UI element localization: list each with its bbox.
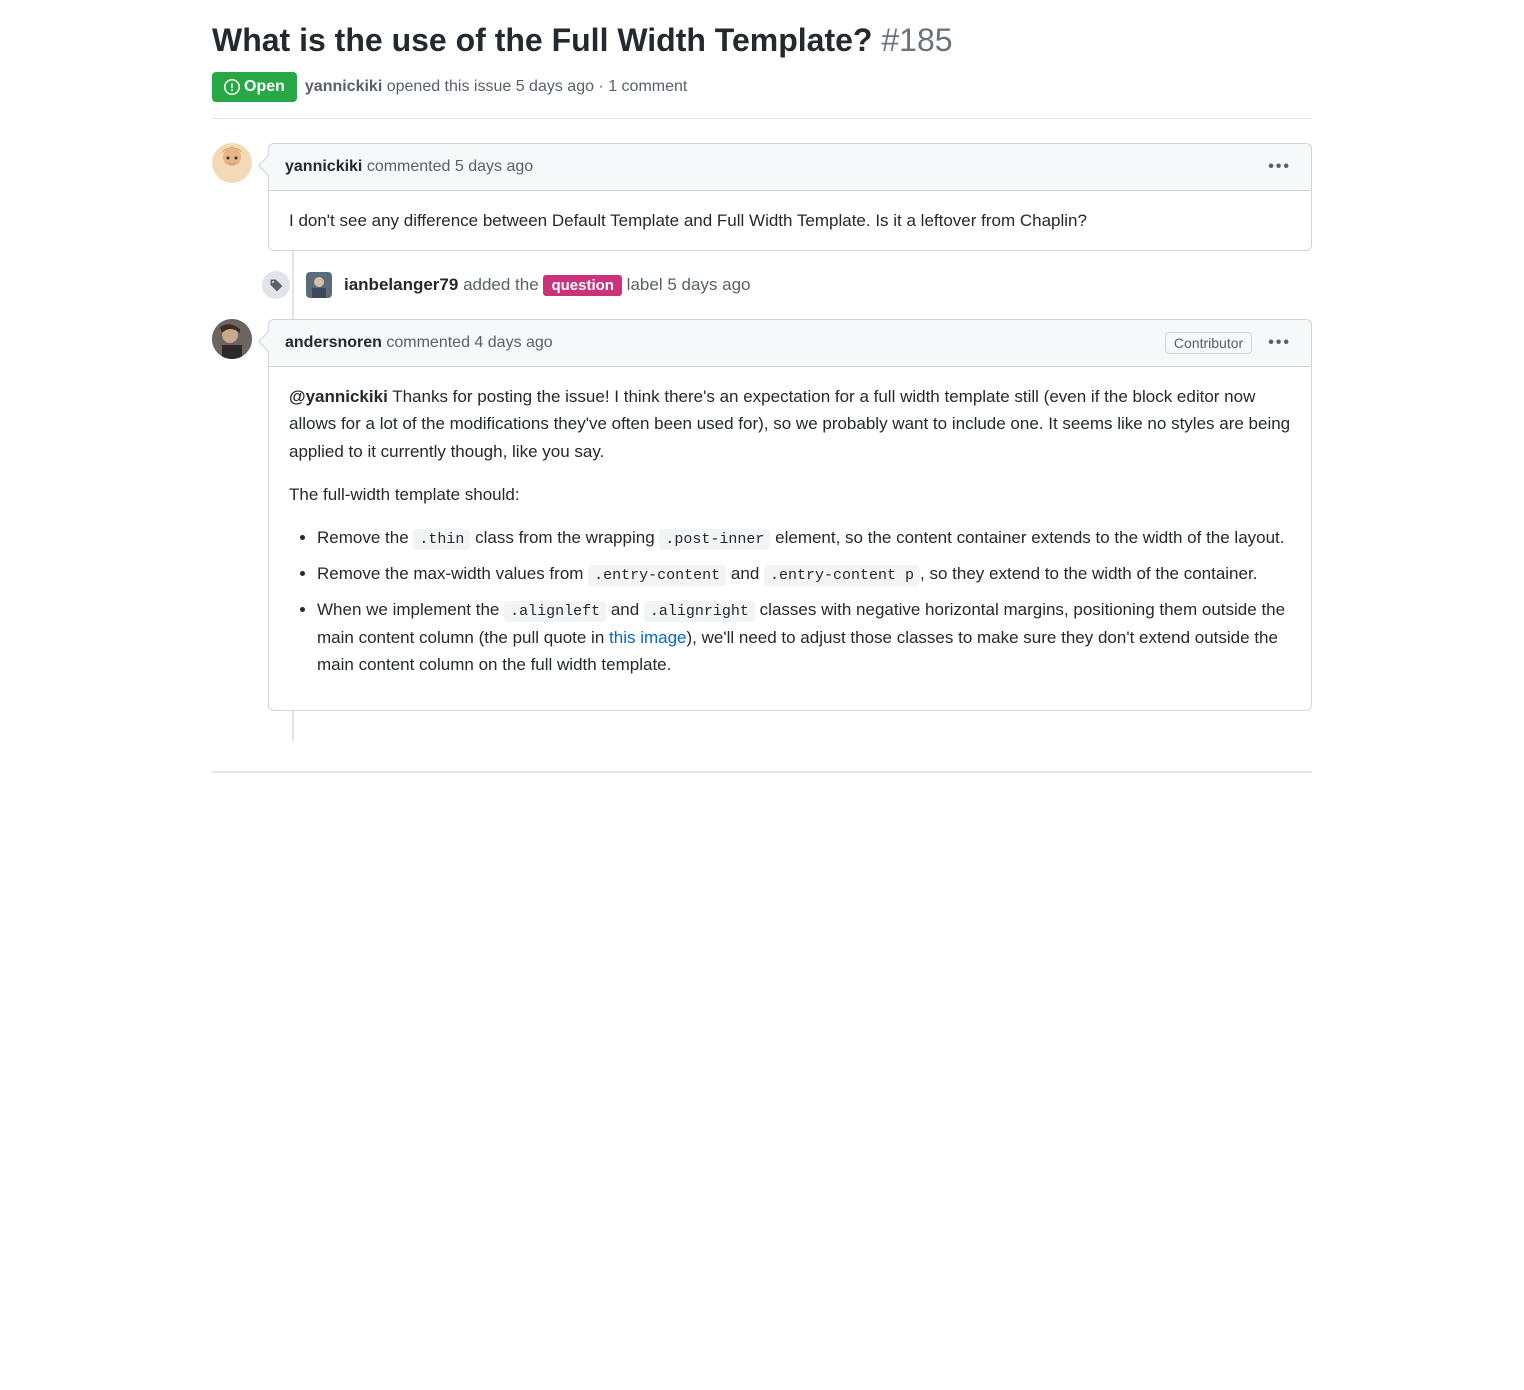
code-inline: .alignright <box>644 601 755 622</box>
inline-link[interactable]: this image <box>609 628 686 647</box>
avatar[interactable] <box>212 143 252 183</box>
comment-box: yannickiki commented 5 days ago ••• I do… <box>268 143 1312 251</box>
issue-open-icon <box>224 79 240 95</box>
comment-actions-menu[interactable]: ••• <box>1264 330 1295 356</box>
comment-time[interactable]: 4 days ago <box>474 334 552 351</box>
code-inline: .thin <box>413 529 470 550</box>
code-inline: .entry-content p <box>764 565 920 586</box>
code-inline: .entry-content <box>588 565 726 586</box>
event-time[interactable]: 5 days ago <box>667 275 750 294</box>
comment-body: I don't see any difference between Defau… <box>269 191 1311 250</box>
comment-item: yannickiki commented 5 days ago ••• I do… <box>212 143 1312 319</box>
issue-author-link[interactable]: yannickiki <box>305 78 382 95</box>
avatar[interactable] <box>212 319 252 359</box>
comment-time[interactable]: 5 days ago <box>455 158 533 175</box>
role-badge: Contributor <box>1165 332 1252 354</box>
issue-number: #185 <box>881 22 952 58</box>
list-item: Remove the max-width values from .entry-… <box>317 560 1291 588</box>
state-badge-open: Open <box>212 72 297 102</box>
list-item: When we implement the .alignleft and .al… <box>317 596 1291 678</box>
comment-item: andersnoren commented 4 days ago Contrib… <box>212 319 1312 741</box>
issue-title-row: What is the use of the Full Width Templa… <box>212 20 1312 60</box>
issue-comment-count: 1 comment <box>608 78 687 95</box>
comment-box: andersnoren commented 4 days ago Contrib… <box>268 319 1312 711</box>
timeline-event: ianbelanger79 added the question label 5… <box>268 251 1312 319</box>
label-chip[interactable]: question <box>543 275 622 296</box>
code-inline: .alignleft <box>504 601 606 622</box>
section-divider <box>212 771 1312 773</box>
issue-title: What is the use of the Full Width Templa… <box>212 22 872 58</box>
mention-link[interactable]: @yannickiki <box>289 387 388 406</box>
issue-meta-row: Open yannickiki opened this issue 5 days… <box>212 72 1312 119</box>
tag-icon <box>260 269 292 301</box>
issue-meta-text: yannickiki opened this issue 5 days ago … <box>305 78 687 96</box>
comment-author-link[interactable]: yannickiki <box>285 158 362 175</box>
list-item: Remove the .thin class from the wrapping… <box>317 524 1291 552</box>
code-inline: .post-inner <box>659 529 770 550</box>
event-avatar[interactable] <box>306 272 332 298</box>
issue-opened-time: 5 days ago <box>516 78 594 95</box>
comment-body: @yannickiki Thanks for posting the issue… <box>269 367 1311 710</box>
comment-actions-menu[interactable]: ••• <box>1264 154 1295 180</box>
state-badge-label: Open <box>244 78 285 96</box>
comment-author-link[interactable]: andersnoren <box>285 334 382 351</box>
event-author-link[interactable]: ianbelanger79 <box>344 275 458 294</box>
